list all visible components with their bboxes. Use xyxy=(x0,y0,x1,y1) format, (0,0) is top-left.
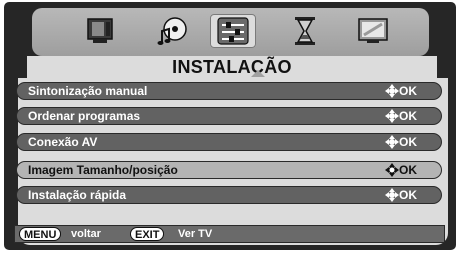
menu-tab-bar xyxy=(32,8,429,56)
tab-installation[interactable] xyxy=(210,14,256,48)
menu-item-instalacao-rapida[interactable]: Instalação rápida OK xyxy=(16,186,442,204)
menu-title: INSTALAÇÃO xyxy=(172,57,292,77)
title-area: INSTALAÇÃO xyxy=(27,56,437,78)
menu-item-label: Sintonização manual xyxy=(28,84,148,98)
timer-icon xyxy=(295,17,315,45)
navigate-icon xyxy=(385,135,399,149)
menu-item-conexao-av[interactable]: Conexão AV OK xyxy=(16,133,442,151)
menu-item-label: Conexão AV xyxy=(28,135,98,149)
tv-icon xyxy=(87,18,113,43)
ok-label: OK xyxy=(399,163,417,177)
tab-screen[interactable] xyxy=(350,14,396,48)
ok-label: OK xyxy=(399,109,417,123)
navigate-icon xyxy=(385,188,399,202)
menu-item-label: Imagem Tamanho/posição xyxy=(28,163,178,177)
tab-timer[interactable] xyxy=(282,14,328,48)
tab-pointer xyxy=(251,70,265,77)
installation-icon xyxy=(217,17,249,45)
osd-frame: INSTALAÇÃO Sintonização manual OK Ordena… xyxy=(4,2,456,250)
menu-item-imagem-tamanho-posicao[interactable]: Imagem Tamanho/posição OK xyxy=(16,161,442,179)
navigate-icon xyxy=(385,84,399,98)
menu-item-label: Instalação rápida xyxy=(28,188,127,202)
menu-key-hint: voltar xyxy=(71,228,101,240)
ok-label: OK xyxy=(399,135,417,149)
exit-key-button[interactable]: EXIT xyxy=(130,227,165,241)
navigate-icon xyxy=(385,109,399,123)
tab-picture[interactable] xyxy=(77,14,123,48)
menu-item-label: Ordenar programas xyxy=(28,109,141,123)
screen-icon xyxy=(358,18,388,43)
menu-key-button[interactable]: MENU xyxy=(19,227,62,241)
exit-key-hint: Ver TV xyxy=(178,228,213,240)
ok-label: OK xyxy=(399,188,417,202)
navigate-icon xyxy=(385,163,399,177)
footer-hint-bar: MENU voltar EXIT Ver TV xyxy=(14,225,445,243)
tab-sound[interactable] xyxy=(150,14,196,48)
ok-label: OK xyxy=(399,84,417,98)
menu-item-ordenar-programas[interactable]: Ordenar programas OK xyxy=(16,107,442,125)
menu-item-sintonizacao-manual[interactable]: Sintonização manual OK xyxy=(16,82,442,100)
sound-icon xyxy=(157,17,187,45)
